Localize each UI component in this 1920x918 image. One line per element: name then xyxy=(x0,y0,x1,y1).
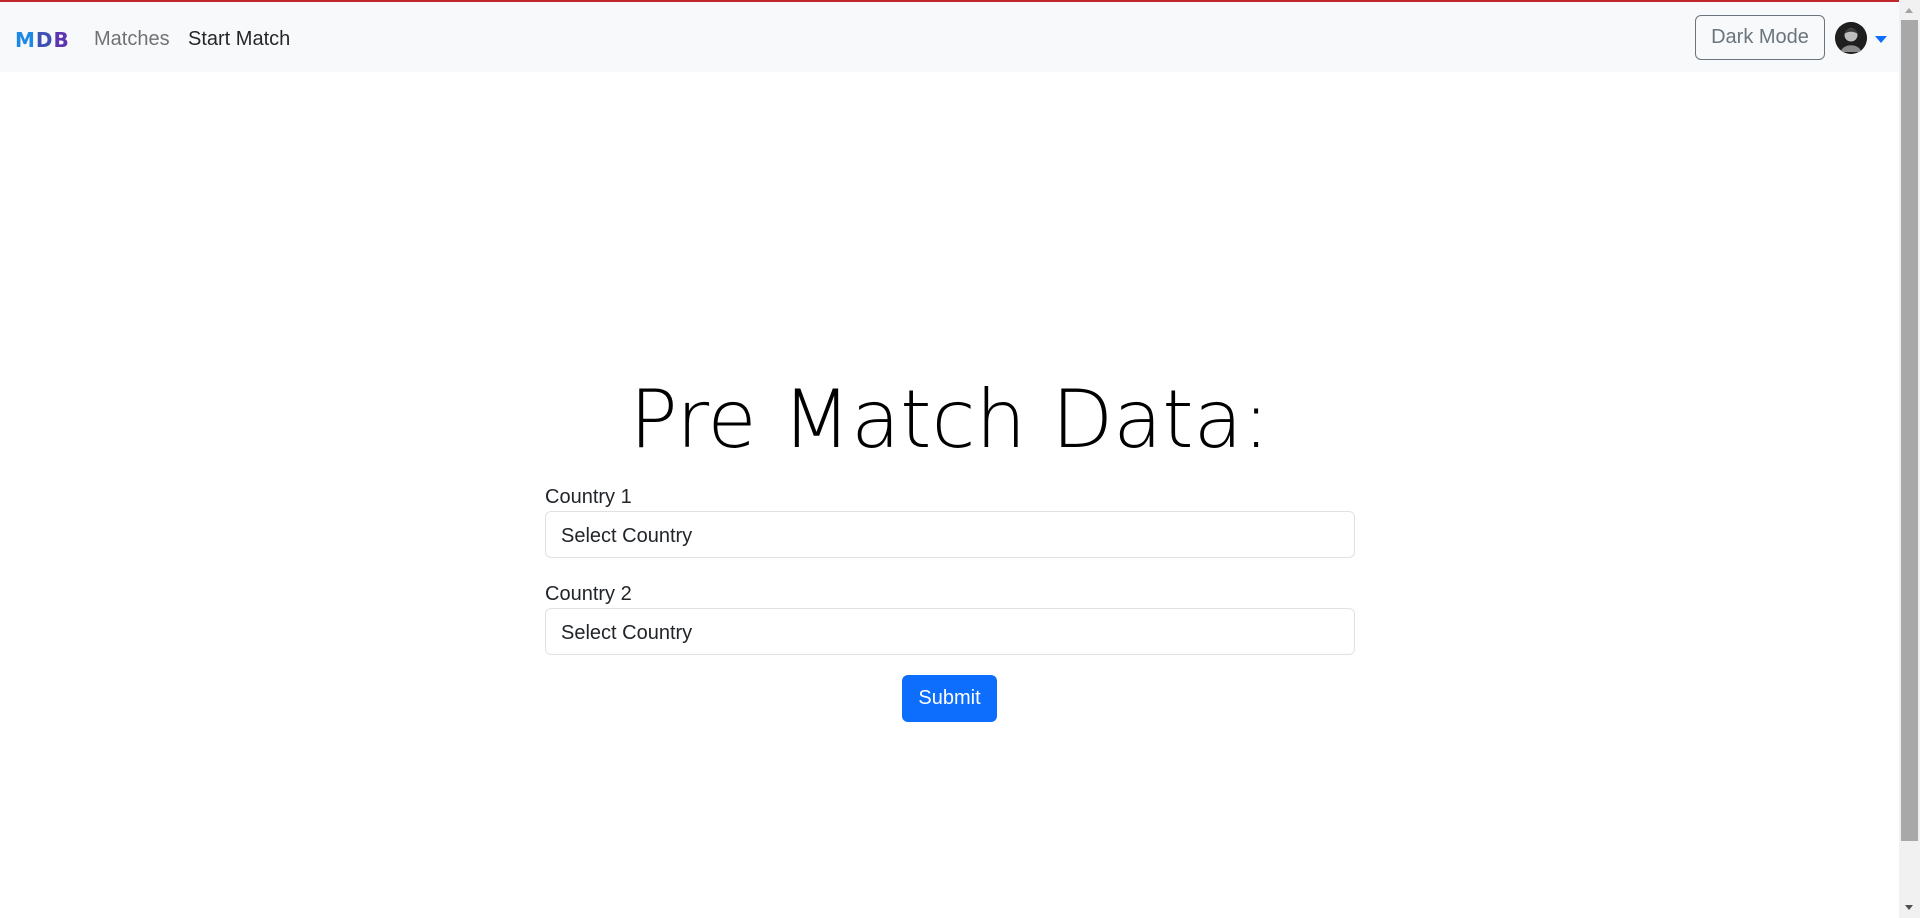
profile-menu-toggle[interactable] xyxy=(1835,22,1887,56)
scroll-down-arrow-icon[interactable] xyxy=(1905,905,1913,910)
nav-link-start-match[interactable]: Start Match xyxy=(188,26,290,52)
scrollbar-thumb[interactable] xyxy=(1901,20,1918,841)
country-2-select[interactable]: Select Country xyxy=(545,608,1355,655)
chevron-down-icon xyxy=(1875,36,1887,43)
page: MDB Matches Start Match Dark Mode Pre Ma… xyxy=(0,0,1920,918)
brand-letter-m: M xyxy=(15,28,36,52)
submit-button[interactable]: Submit xyxy=(902,675,997,722)
country-1-selected-value: Select Country xyxy=(561,525,693,547)
profile-avatar-icon xyxy=(1835,22,1867,54)
vertical-scrollbar[interactable] xyxy=(1899,0,1920,918)
scroll-up-arrow-icon[interactable] xyxy=(1905,8,1913,13)
brand-letter-b: B xyxy=(53,28,70,52)
country-2-selected-value: Select Country xyxy=(561,622,693,644)
country-2-label: Country 2 xyxy=(545,583,632,605)
brand-logo[interactable]: MDB xyxy=(15,28,70,52)
page-title: Pre Match Data: xyxy=(629,373,1270,466)
nav-link-matches[interactable]: Matches xyxy=(94,26,170,52)
country-1-select[interactable]: Select Country xyxy=(545,511,1355,558)
navbar: MDB Matches Start Match Dark Mode xyxy=(0,2,1899,72)
dark-mode-button[interactable]: Dark Mode xyxy=(1695,15,1825,60)
brand-letter-d: D xyxy=(35,28,54,52)
country-1-label: Country 1 xyxy=(545,486,632,508)
